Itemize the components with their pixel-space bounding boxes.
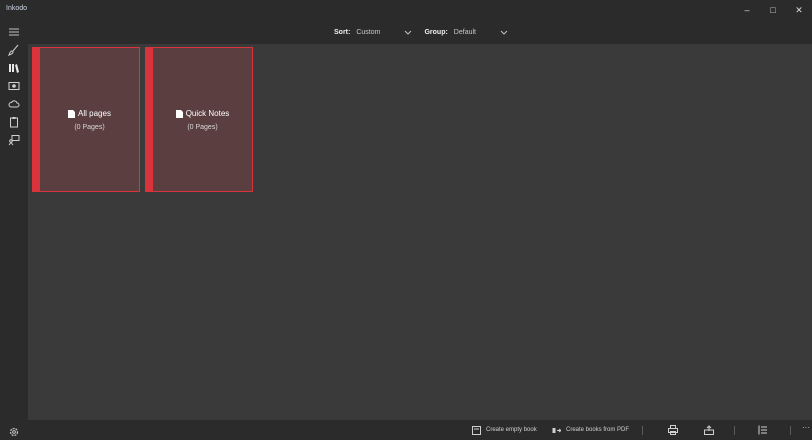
create-books-from-pdf-button[interactable]: Create books from PDF [552,420,629,440]
window-controls: – □ ✕ [734,0,812,20]
export-icon[interactable] [704,425,714,435]
settings-button[interactable] [4,422,24,440]
sidebar [0,20,28,440]
book-quick-notes[interactable]: Quick Notes (0 Pages) [145,47,253,192]
group-label: Group: [424,28,448,36]
create-empty-book-button[interactable]: Create empty book [472,420,537,440]
menu-button[interactable] [4,22,24,42]
sidebar-item-pictures[interactable] [4,76,24,96]
book-page-count: (0 Pages) [74,124,105,131]
sort-label: Sort: [334,28,351,36]
sidebar-item-clipboard[interactable] [4,112,24,132]
book-title: Quick Notes [185,109,230,118]
sort-group-controls: Sort: Custom Group: Default [334,20,520,44]
divider [734,426,735,435]
list-view-icon[interactable] [758,425,768,435]
book-spine [146,48,153,191]
book-title: All pages [78,109,111,118]
minimize-button[interactable]: – [734,0,760,20]
sort-dropdown[interactable]: Custom [356,29,380,36]
page-icon [175,109,183,118]
clipboard-icon [10,117,18,128]
page-icon [68,109,76,118]
app-title: Inkodo [6,5,28,12]
pdf-import-icon [552,427,561,433]
toolbar: Sort: Custom Group: Default [28,20,812,44]
sidebar-item-presenter[interactable] [4,130,24,150]
new-book-icon [472,425,481,435]
chevron-down-icon[interactable] [404,28,412,36]
maximize-button[interactable]: □ [760,0,786,20]
book-page-count: (0 Pages) [187,124,218,131]
hamburger-icon [9,28,19,36]
sidebar-item-brush[interactable] [4,40,24,60]
brush-icon [8,44,19,56]
create-books-from-pdf-label: Create books from PDF [566,427,630,433]
gear-icon [9,427,19,437]
group-dropdown[interactable]: Default [454,29,476,36]
presenter-icon [8,135,20,146]
sidebar-item-cloud[interactable] [4,94,24,114]
title-bar: Inkodo – □ ✕ [0,0,812,20]
print-icon[interactable] [668,425,678,435]
chevron-down-icon[interactable] [500,28,508,36]
book-all-pages[interactable]: All pages (0 Pages) [32,47,140,192]
sidebar-item-books[interactable] [4,58,24,78]
divider [790,426,791,435]
picture-icon [8,82,20,90]
books-area: All pages (0 Pages) Quick Notes (0 Pages… [28,44,812,420]
more-options-button[interactable]: ··· [802,423,810,432]
books-icon [9,64,19,73]
close-button[interactable]: ✕ [786,0,812,20]
divider [642,426,643,435]
bottom-bar: Create empty book Create books from PDF … [28,420,812,440]
create-empty-book-label: Create empty book [486,427,537,433]
cloud-icon [8,100,20,108]
book-spine [33,48,40,191]
